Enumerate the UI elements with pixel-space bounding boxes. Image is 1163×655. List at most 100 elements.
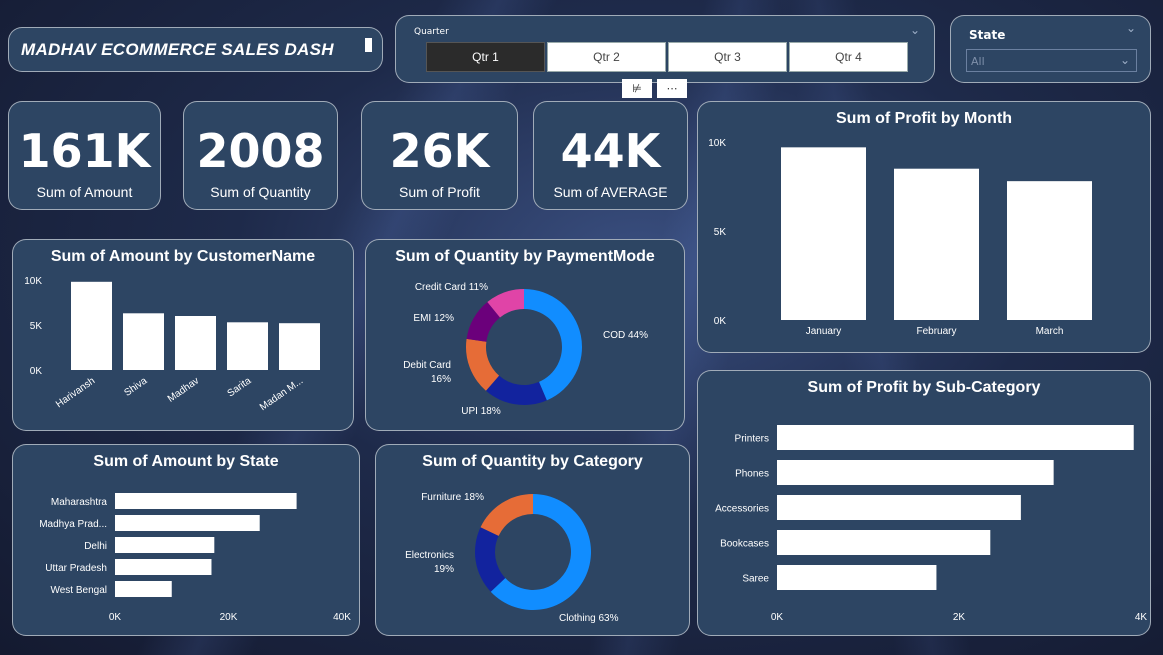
slice-label: UPI 18% xyxy=(461,406,501,417)
quarter-option-2[interactable]: Qtr 2 xyxy=(547,42,666,72)
bar xyxy=(279,323,320,370)
chevron-down-icon[interactable]: ⌄ xyxy=(910,23,920,37)
bar xyxy=(175,316,216,370)
visual-header: ⊭ ⋯ xyxy=(622,79,687,98)
x-tick-label: Shiva xyxy=(122,375,149,399)
x-tick-label: Sarita xyxy=(226,375,254,399)
bar xyxy=(894,168,979,320)
state-dropdown[interactable]: All ⌄ xyxy=(966,49,1137,72)
dashboard-title-card: MADHAV ECOMMERCE SALES DASH xyxy=(8,27,383,72)
y-tick-label: Phones xyxy=(735,469,769,480)
y-tick-label: 10K xyxy=(24,276,42,287)
y-tick-label: 5K xyxy=(30,321,43,332)
amount-by-state-svg: 0K 20K 40K Maharashtra Madhya Prad... Delhi Ut… xyxy=(39,493,351,623)
kpi-label: Sum of Amount xyxy=(36,184,133,200)
chart-amount-by-state[interactable]: Sum of Amount by State 0K 20K 40K Maharasht… xyxy=(12,444,360,636)
bar xyxy=(1007,181,1092,320)
x-tick-label: March xyxy=(1036,326,1064,337)
kpi-value: 44K xyxy=(560,124,661,178)
amount-by-customer-svg: 0K 5K 10K Harivansh Shiva Madhav Sarita Madan M… xyxy=(24,276,320,413)
slice-label: EMI 12% xyxy=(413,313,454,324)
quarter-slicer-label: Quarter xyxy=(414,27,449,37)
slice-label: Clothing 63% xyxy=(559,613,619,624)
scrollbar[interactable] xyxy=(365,38,372,52)
kpi-label: Sum of AVERAGE xyxy=(553,184,668,200)
bar xyxy=(777,565,937,590)
chart-profit-by-month[interactable]: Sum of Profit by Month 0K 5K 10K January Feb… xyxy=(697,101,1151,353)
kpi-card-average[interactable]: 44K Sum of AVERAGE xyxy=(533,101,688,210)
y-tick-label: Accessories xyxy=(715,504,769,515)
dashboard-title: MADHAV ECOMMERCE SALES DASH xyxy=(21,40,334,59)
chart-quantity-by-category[interactable]: Sum of Quantity by Category Clothing 63%… xyxy=(375,444,690,636)
quarter-option-1[interactable]: Qtr 1 xyxy=(426,42,545,72)
bar xyxy=(115,493,297,509)
kpi-value: 2008 xyxy=(196,124,325,178)
quarter-option-3[interactable]: Qtr 3 xyxy=(668,42,787,72)
x-tick-label: Madan M... xyxy=(258,375,305,413)
bar xyxy=(781,147,866,320)
donut-slice xyxy=(475,527,506,592)
chevron-down-icon: ⌄ xyxy=(1119,53,1130,67)
kpi-value: 26K xyxy=(389,124,490,178)
profit-by-subcategory-svg: 0K 2K 4K Printers Phones Accessories Bookcases… xyxy=(715,425,1148,623)
y-tick-label: Delhi xyxy=(84,541,107,552)
y-tick-label: Printers xyxy=(735,434,769,445)
x-tick-label: Madhav xyxy=(166,375,201,404)
more-options-icon[interactable]: ⋯ xyxy=(657,79,687,98)
x-tick-label: January xyxy=(806,326,842,337)
y-tick-label: Madhya Prad... xyxy=(39,519,107,530)
slice-label: Debit Card xyxy=(403,360,451,371)
slice-label: Credit Card 11% xyxy=(415,282,488,293)
kpi-card-amount[interactable]: 161K Sum of Amount xyxy=(8,101,161,210)
x-tick-label: 0K xyxy=(771,612,784,623)
quarter-slicer: Quarter ⌄ Qtr 1 Qtr 2 Qtr 3 Qtr 4 xyxy=(395,15,935,83)
bar xyxy=(777,460,1054,485)
y-tick-label: Saree xyxy=(742,574,769,585)
kpi-value: 161K xyxy=(18,124,151,178)
donut-slice xyxy=(524,289,582,401)
bar xyxy=(227,322,268,370)
chevron-down-icon[interactable]: ⌄ xyxy=(1126,21,1136,35)
filter-icon[interactable]: ⊭ xyxy=(622,79,652,98)
bar xyxy=(115,537,215,553)
state-slicer: State ⌄ All ⌄ xyxy=(950,15,1151,83)
slice-label: 16% xyxy=(431,374,451,385)
y-tick-label: 10K xyxy=(708,138,726,149)
quarter-option-4[interactable]: Qtr 4 xyxy=(789,42,908,72)
x-tick-label: 20K xyxy=(220,612,238,623)
bar xyxy=(115,515,260,531)
x-tick-label: 4K xyxy=(1135,612,1148,623)
chart-quantity-by-paymentmode[interactable]: Sum of Quantity by PaymentMode COD 44% UP… xyxy=(365,239,685,431)
y-tick-label: 0K xyxy=(30,366,43,377)
slice-label: COD 44% xyxy=(603,330,648,341)
kpi-card-quantity[interactable]: 2008 Sum of Quantity xyxy=(183,101,338,210)
x-tick-label: Harivansh xyxy=(54,375,97,410)
slice-label: 19% xyxy=(434,564,454,575)
x-tick-label: 0K xyxy=(109,612,122,623)
bar xyxy=(777,425,1134,450)
bar xyxy=(777,530,991,555)
bar xyxy=(115,581,172,597)
slice-label: Furniture 18% xyxy=(421,492,484,503)
quantity-by-category-svg: Clothing 63% Electronics 19% Furniture 18% xyxy=(405,492,619,624)
profit-by-month-svg: 0K 5K 10K January February March xyxy=(708,138,1092,337)
quantity-by-paymentmode-svg: COD 44% UPI 18% Debit Card 16% EMI 12% Credit… xyxy=(403,282,648,417)
y-tick-label: 0K xyxy=(714,316,727,327)
x-tick-label: February xyxy=(916,326,956,337)
bar xyxy=(777,495,1021,520)
donut-slice xyxy=(480,494,533,536)
y-tick-label: Bookcases xyxy=(720,539,769,550)
chart-amount-by-customer[interactable]: Sum of Amount by CustomerName 0K 5K 10K Har… xyxy=(12,239,354,431)
kpi-label: Sum of Quantity xyxy=(210,184,311,200)
bar xyxy=(123,313,164,370)
y-tick-label: West Bengal xyxy=(50,585,107,596)
slice-label: Electronics xyxy=(405,550,454,561)
x-tick-label: 2K xyxy=(953,612,966,623)
y-tick-label: Uttar Pradesh xyxy=(45,563,107,574)
chart-profit-by-subcategory[interactable]: Sum of Profit by Sub-Category 0K 2K 4K Prin… xyxy=(697,370,1151,636)
kpi-card-profit[interactable]: 26K Sum of Profit xyxy=(361,101,518,210)
y-tick-label: Maharashtra xyxy=(51,497,108,508)
state-dropdown-value: All xyxy=(971,55,985,68)
state-slicer-label: State xyxy=(969,28,1006,42)
x-tick-label: 40K xyxy=(333,612,351,623)
